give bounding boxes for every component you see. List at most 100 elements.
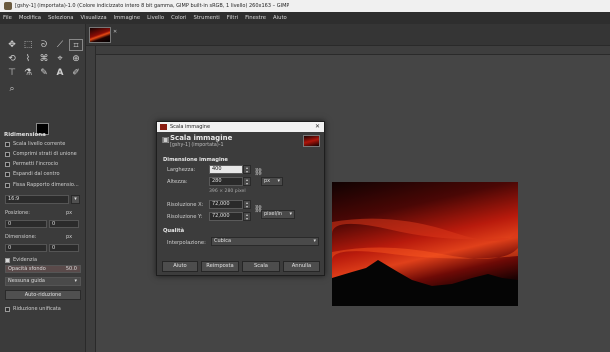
reset-button[interactable]: Reimposta (201, 261, 239, 272)
menu-immagine[interactable]: Immagine (114, 15, 141, 21)
res-unit-dropdown[interactable]: pixel/in ▾ (261, 210, 295, 219)
lasso-icon[interactable]: ᘐ (37, 39, 51, 51)
sunset-mountains-image (332, 182, 518, 306)
interpolation-dropdown[interactable]: Cubica ▾ (211, 237, 319, 246)
position-unit[interactable]: px (66, 210, 72, 216)
chevron-down-icon: ▾ (313, 238, 316, 244)
res-y-spinner[interactable]: ▴ ▾ (243, 212, 251, 221)
size-x-input[interactable]: 0 (5, 244, 47, 252)
brush-icon[interactable]: ✎ (37, 67, 51, 79)
res-x-spinner[interactable]: ▴ ▾ (243, 200, 251, 209)
cancel-button[interactable]: Annulla (283, 261, 320, 272)
gimp-app-icon (4, 2, 12, 10)
eraser-icon[interactable]: ✐ (69, 67, 83, 79)
highlight-opacity-value: 50.0 (65, 266, 77, 272)
ratio-input[interactable]: 16:9 (5, 195, 69, 204)
close-icon[interactable]: ✕ (315, 123, 320, 130)
option-shrink-merged[interactable]: Riduzione unificata (5, 306, 61, 312)
clone-icon[interactable]: ⊕ (69, 53, 83, 65)
dialog-heading: Scala immagine (170, 134, 233, 142)
scale-button[interactable]: Scala (242, 261, 280, 272)
checkbox[interactable] (5, 161, 10, 167)
menu-visualizza[interactable]: Visualizza (80, 15, 106, 21)
cage-icon[interactable]: ⌘ (37, 53, 51, 65)
checkbox[interactable] (5, 257, 10, 263)
width-label: Larghezza: (167, 167, 196, 173)
option-allow-growing[interactable]: Permetti l'incrocio (5, 161, 58, 167)
toolbox-panel: ✥ ⬚ ᘐ ⟋ ⌗ ⟲ ⌇ ⌘ ⌖ ⊕ ⊤ ⚗ ✎ A ✐ ⌕ Ridimens… (0, 24, 86, 352)
canvas-image[interactable] (332, 182, 518, 306)
menu-file[interactable]: File (3, 15, 12, 21)
image-tab-thumbnail[interactable] (89, 27, 111, 43)
interpolation-label: Interpolazione: (167, 240, 206, 246)
option-expand-from-center[interactable]: Espandi dal centro (5, 171, 60, 177)
menu-seleziona[interactable]: Seleziona (48, 15, 73, 21)
size-y-input[interactable]: 0 (49, 244, 79, 252)
paint-icon[interactable]: ⚗ (21, 67, 35, 79)
width-input[interactable]: 400 (209, 165, 243, 174)
menu-modifica[interactable]: Modifica (19, 15, 41, 21)
checkbox[interactable] (5, 151, 10, 157)
ratio-dropdown-button[interactable]: ▾ (71, 195, 80, 204)
text-tool-icon[interactable]: ⊤ (5, 67, 19, 79)
image-tabs-bar: ✕ (86, 24, 610, 46)
tool-options-title: Ridimensiona (4, 132, 46, 138)
move-icon[interactable]: ✥ (5, 39, 19, 51)
zoom-icon[interactable]: ⌕ (5, 83, 19, 95)
highlight-opacity-slider[interactable]: Opacità sfondo 50.0 (5, 265, 81, 273)
fuzzy-select-icon[interactable]: ⟋ (53, 39, 67, 51)
menu-finestre[interactable]: Finestre (245, 15, 266, 21)
crop-icon[interactable]: ⌗ (69, 39, 83, 51)
dialog-subtitle: [gshy-1] (importata)-1 (170, 143, 224, 148)
size-unit[interactable]: px (66, 234, 72, 240)
option-merged-layers[interactable]: Comprimi strati di unione (5, 151, 77, 157)
res-x-label: Risoluzione X: (167, 202, 204, 208)
chain-link-icon[interactable]: ⛓ (254, 168, 263, 176)
tool-row-4: ⌕ (5, 83, 21, 95)
height-spinner[interactable]: ▴ ▾ (243, 177, 251, 186)
menu-filtri[interactable]: Filtri (227, 15, 238, 21)
text-icon[interactable]: A (53, 67, 67, 79)
perspective-icon[interactable]: ⌖ (53, 53, 67, 65)
menu-livello[interactable]: Livello (147, 15, 164, 21)
checkbox[interactable] (5, 171, 10, 177)
horizontal-ruler (96, 46, 610, 55)
menubar: File Modifica Seleziona Visualizza Immag… (0, 12, 610, 24)
position-y-input[interactable]: 0 (49, 220, 79, 228)
res-y-input[interactable]: 72,000 (209, 212, 243, 221)
size-unit-dropdown[interactable]: px ▾ (261, 177, 283, 186)
res-x-input[interactable]: 72,000 (209, 200, 243, 209)
size-info: 396 × 280 pixel (209, 189, 246, 194)
window-title-bar: [gshy-1] (importata)-1.0 (Colore indiciz… (0, 0, 610, 12)
option-fixed-ratio[interactable]: Fissa Rapporto dimensio... (5, 182, 79, 188)
vertical-ruler (86, 46, 96, 352)
res-y-label: Risoluzione Y: (167, 214, 203, 220)
checkbox[interactable] (5, 141, 10, 147)
rotate-icon[interactable]: ⟲ (5, 53, 19, 65)
tool-row-1: ✥ ⬚ ᘐ ⟋ ⌗ (5, 39, 85, 51)
width-spinner[interactable]: ▴ ▾ (243, 165, 251, 174)
menu-colori[interactable]: Colori (171, 15, 186, 21)
section-quality: Qualità (163, 228, 185, 234)
checkbox[interactable] (5, 182, 10, 188)
position-label: Posizione: (5, 210, 30, 216)
menu-strumenti[interactable]: Strumenti (193, 15, 219, 21)
option-highlight[interactable]: Evidenzia (5, 257, 37, 263)
position-x-input[interactable]: 0 (5, 220, 47, 228)
option-scale-current-layer[interactable]: Scala livello corrente (5, 141, 65, 147)
chevron-down-icon: ▾ (74, 278, 77, 284)
size-label: Dimensione: (5, 234, 37, 240)
menu-aiuto[interactable]: Aiuto (273, 15, 287, 21)
checkbox[interactable] (5, 306, 10, 312)
guides-dropdown[interactable]: Nessuna guida ▾ (5, 277, 81, 286)
dialog-image-thumbnail (303, 135, 320, 147)
warp-icon[interactable]: ⌇ (21, 53, 35, 65)
dialog-window-title: Scala immagine (170, 124, 211, 130)
height-input[interactable]: 280 (209, 177, 243, 186)
chevron-down-icon: ▾ (289, 211, 292, 217)
autoshrink-button[interactable]: Auto-riduzione (5, 290, 81, 300)
close-icon[interactable]: ✕ (113, 29, 117, 35)
help-button[interactable]: Aiuto (162, 261, 198, 272)
rect-select-icon[interactable]: ⬚ (21, 39, 35, 51)
chevron-down-icon: ▾ (277, 178, 280, 184)
